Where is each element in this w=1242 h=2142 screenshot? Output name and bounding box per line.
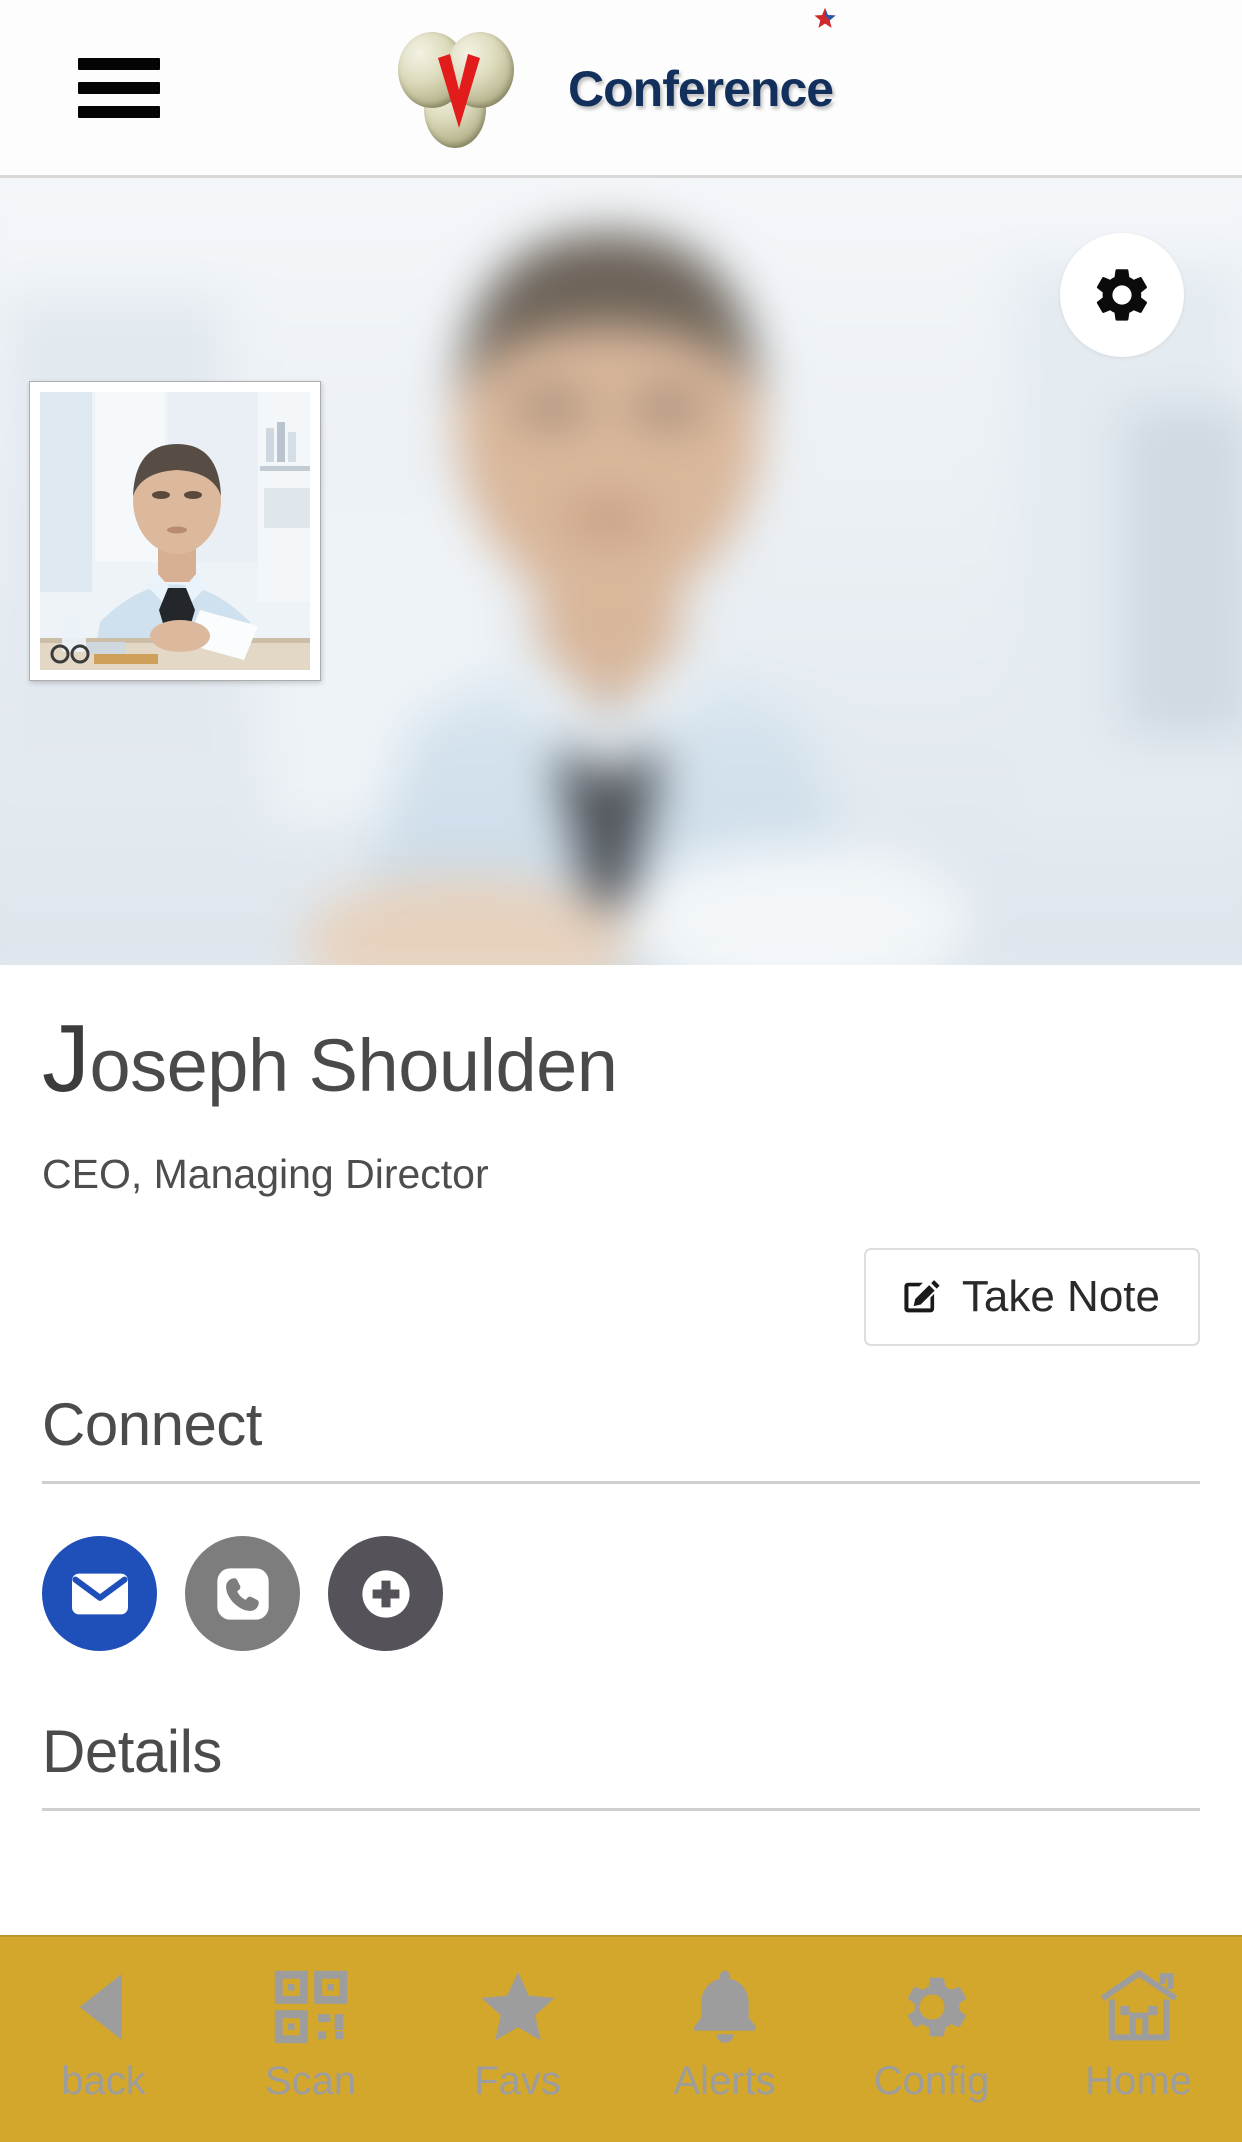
- email-button[interactable]: [42, 1536, 157, 1651]
- bell-icon: [682, 1959, 768, 2055]
- qr-code-icon: [268, 1959, 354, 2055]
- phone-button[interactable]: [185, 1536, 300, 1651]
- tab-label: Favs: [474, 2059, 561, 2103]
- take-note-row: Take Note: [42, 1248, 1200, 1346]
- gear-icon: [1096, 269, 1147, 321]
- profile-thumbnail[interactable]: [29, 381, 321, 681]
- name-rest: oseph Shoulden: [89, 1024, 618, 1107]
- hamburger-bar: [78, 105, 160, 118]
- tab-label: Alerts: [673, 2059, 776, 2103]
- edit-note-icon: [904, 1280, 940, 1313]
- tab-label: Config: [873, 2059, 990, 2103]
- home-icon: [1096, 1959, 1182, 2055]
- bottom-navigation: back Scan Favs Alerts Config Home: [0, 1935, 1242, 2142]
- app-root: Conference Joseph Shoulden CEO, Managing…: [0, 0, 1242, 2142]
- hamburger-menu-icon[interactable]: [78, 57, 160, 118]
- thumbnail-image: [40, 392, 310, 670]
- envelope-icon: [71, 1573, 128, 1614]
- details-divider: [42, 1808, 1200, 1811]
- profile-content: Joseph Shoulden CEO, Managing Director T…: [0, 1011, 1242, 1811]
- tab-favs[interactable]: Favs: [414, 1937, 621, 2142]
- back-arrow-icon: [61, 1959, 147, 2055]
- connect-heading: Connect: [42, 1391, 262, 1458]
- star-icon: [814, 7, 836, 28]
- v-spheres-logo-icon: [398, 24, 520, 148]
- take-note-button[interactable]: Take Note: [863, 1248, 1200, 1346]
- tab-label: Scan: [264, 2059, 357, 2103]
- connect-actions: [42, 1536, 1200, 1651]
- brand-logo[interactable]: Conference: [398, 0, 836, 178]
- hamburger-bar: [78, 57, 160, 70]
- gear-icon: [889, 1959, 975, 2055]
- page-title: Joseph Shoulden: [42, 1011, 1200, 1107]
- take-note-label: Take Note: [961, 1272, 1160, 1321]
- plus-circle-icon: [361, 1569, 410, 1618]
- app-header: Conference: [0, 0, 1242, 178]
- add-contact-button[interactable]: [328, 1536, 443, 1651]
- tab-config[interactable]: Config: [828, 1937, 1035, 2142]
- settings-button[interactable]: [1060, 233, 1184, 357]
- phone-icon: [216, 1567, 269, 1620]
- star-icon: [475, 1959, 561, 2055]
- hero-banner: [0, 178, 1242, 965]
- tab-alerts[interactable]: Alerts: [621, 1937, 828, 2142]
- tab-back[interactable]: back: [0, 1937, 207, 2142]
- job-title: CEO, Managing Director: [42, 1151, 489, 1197]
- tab-label: Home: [1085, 2059, 1192, 2103]
- logo-v-mark: [438, 54, 480, 128]
- hamburger-bar: [78, 81, 160, 94]
- brand-name: Conference: [568, 61, 834, 117]
- tab-home[interactable]: Home: [1035, 1937, 1242, 2142]
- details-heading: Details: [42, 1718, 222, 1785]
- tab-label: back: [61, 2059, 146, 2103]
- tab-scan[interactable]: Scan: [207, 1937, 414, 2142]
- connect-divider: [42, 1481, 1200, 1484]
- name-initial: J: [42, 1005, 90, 1112]
